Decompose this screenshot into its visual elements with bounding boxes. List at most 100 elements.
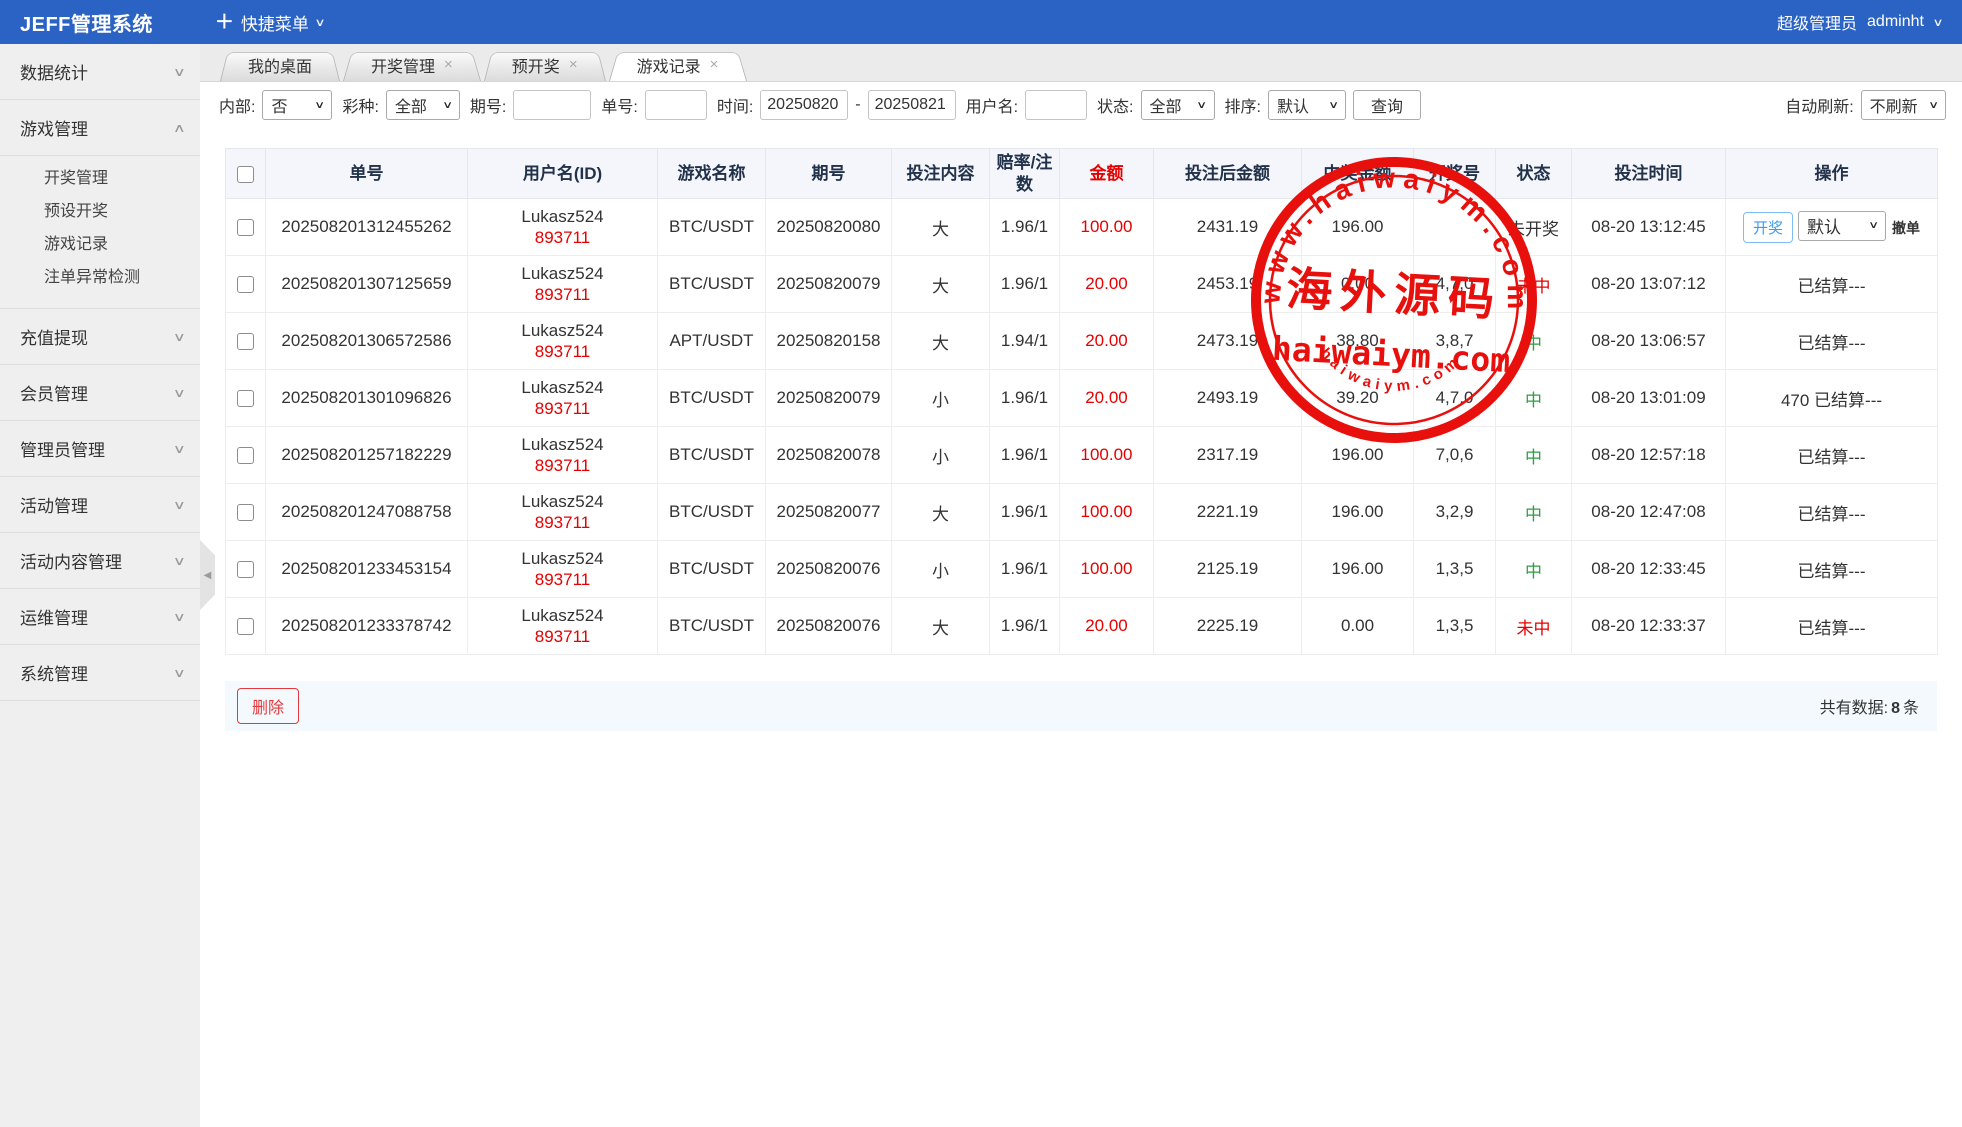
column-header-12: 操作 <box>1726 149 1938 199</box>
column-header-8: 中奖金额 <box>1302 149 1414 199</box>
cell-bet-content: 大 <box>892 199 990 256</box>
tab-close-icon[interactable]: × <box>569 57 578 72</box>
cell-period: 20250820080 <box>766 199 892 256</box>
cell-status: 中 <box>1496 484 1572 541</box>
sidebar-subitem-0[interactable]: 开奖管理 <box>0 162 200 195</box>
lottery-filter-label: 彩种: <box>342 93 378 117</box>
tab-3[interactable]: 游戏记录× <box>609 48 747 81</box>
status-badge: 未中 <box>1517 619 1551 638</box>
tab-2[interactable]: 预开奖× <box>484 48 606 81</box>
quick-menu-button[interactable]: ＋ 快捷菜单 ∨ <box>215 10 324 35</box>
cell-user-id: 893711 <box>472 342 653 362</box>
user-role: 超级管理员 <box>1777 10 1857 34</box>
table-row: 202508201233378742Lukasz524893711BTC/USD… <box>226 598 1938 655</box>
sort-select[interactable]: 默认 ∨ <box>1268 90 1346 120</box>
cell-draw-number: 4,7,0 <box>1414 256 1496 313</box>
tab-close-icon[interactable]: × <box>710 57 719 72</box>
chevron-down-icon: ∨ <box>1932 16 1943 29</box>
status-badge: 中 <box>1525 562 1542 581</box>
sidebar-item-4[interactable]: 管理员管理∨ <box>0 421 200 477</box>
cell-win-amount: 0.00 <box>1302 598 1414 655</box>
table-row: 202508201233453154Lukasz524893711BTC/USD… <box>226 541 1938 598</box>
cell-odds: 1.96/1 <box>990 256 1060 313</box>
settled-text: 已结算--- <box>1798 505 1866 524</box>
cell-odds: 1.96/1 <box>990 598 1060 655</box>
user-name: adminht <box>1867 13 1924 31</box>
filter-bar: 内部: 否 ∨ 彩种: 全部 ∨ 期号: 单号: 时间: - 用户名: 状态: … <box>200 82 1962 128</box>
cell-bet-time: 08-20 13:06:57 <box>1572 313 1726 370</box>
sidebar-item-0[interactable]: 数据统计∨ <box>0 44 200 100</box>
row-checkbox[interactable] <box>237 618 254 635</box>
row-checkbox[interactable] <box>237 390 254 407</box>
row-checkbox[interactable] <box>237 276 254 293</box>
column-header-2: 游戏名称 <box>658 149 766 199</box>
cell-win-amount: 196.00 <box>1302 484 1414 541</box>
chevron-down-icon: ∨ <box>173 498 186 512</box>
settled-text: 已结算--- <box>1798 448 1866 467</box>
tab-0[interactable]: 我的桌面 <box>220 48 340 81</box>
tab-bar: 我的桌面 开奖管理×预开奖×游戏记录× <box>200 44 1962 82</box>
row-checkbox[interactable] <box>237 561 254 578</box>
cell-bet-content: 大 <box>892 484 990 541</box>
internal-filter-label: 内部: <box>219 93 255 117</box>
period-input[interactable] <box>513 90 591 120</box>
cell-user-id: 893711 <box>472 513 653 533</box>
row-checkbox[interactable] <box>237 504 254 521</box>
sidebar-subitem-1[interactable]: 预设开奖 <box>0 195 200 228</box>
cell-user-id: 893711 <box>472 570 653 590</box>
cell-period: 20250820079 <box>766 370 892 427</box>
sidebar-item-2[interactable]: 充值提现∨ <box>0 309 200 365</box>
cell-user: Lukasz524893711 <box>468 541 658 598</box>
column-header-7: 投注后金额 <box>1154 149 1302 199</box>
tab-close-icon[interactable]: × <box>444 57 453 72</box>
sidebar-subitem-3[interactable]: 注单异常检测 <box>0 261 200 294</box>
sidebar-item-label: 运维管理 <box>20 604 88 629</box>
time-to-input[interactable] <box>868 90 956 120</box>
cancel-order-link[interactable]: 撤单 <box>1892 220 1920 236</box>
auto-refresh-select[interactable]: 不刷新 ∨ <box>1861 90 1946 120</box>
column-header-10: 状态 <box>1496 149 1572 199</box>
cell-win-amount: 196.00 <box>1302 427 1414 484</box>
time-from-input[interactable] <box>760 90 848 120</box>
internal-select[interactable]: 否 ∨ <box>262 90 332 120</box>
sidebar-item-1[interactable]: 游戏管理∧ <box>0 100 200 156</box>
sidebar-item-8[interactable]: 系统管理∨ <box>0 645 200 701</box>
sidebar-subitem-2[interactable]: 游戏记录 <box>0 228 200 261</box>
delete-button[interactable]: 删除 <box>237 688 299 724</box>
chevron-down-icon: ∨ <box>173 666 186 680</box>
user-menu[interactable]: 超级管理员 adminht ∨ <box>1777 10 1942 34</box>
row-checkbox[interactable] <box>237 219 254 236</box>
tab-1[interactable]: 开奖管理× <box>343 48 481 81</box>
cell-bet-content: 大 <box>892 313 990 370</box>
cell-bet-time: 08-20 12:57:18 <box>1572 427 1726 484</box>
row-checkbox[interactable] <box>237 333 254 350</box>
row-checkbox[interactable] <box>237 447 254 464</box>
cell-game-name: BTC/USDT <box>658 598 766 655</box>
cell-draw-number: 3,8,7 <box>1414 313 1496 370</box>
query-button[interactable]: 查询 <box>1353 90 1421 120</box>
cell-ops: 已结算--- <box>1726 598 1938 655</box>
cell-user: Lukasz524893711 <box>468 598 658 655</box>
cell-user: Lukasz524893711 <box>468 313 658 370</box>
lottery-select[interactable]: 全部 ∨ <box>386 90 460 120</box>
sidebar-item-3[interactable]: 会员管理∨ <box>0 365 200 421</box>
cell-amount: 20.00 <box>1060 370 1154 427</box>
cell-win-amount: 38.80 <box>1302 313 1414 370</box>
sidebar-item-label: 管理员管理 <box>20 436 105 461</box>
sidebar-item-5[interactable]: 活动管理∨ <box>0 477 200 533</box>
cell-bet-content: 大 <box>892 598 990 655</box>
draw-number-select[interactable]: 默认∨ <box>1798 211 1886 241</box>
cell-bet-time: 08-20 13:12:45 <box>1572 199 1726 256</box>
sidebar-item-7[interactable]: 运维管理∨ <box>0 589 200 645</box>
sidebar-item-6[interactable]: 活动内容管理∨ <box>0 533 200 589</box>
cell-order-no: 202508201247088758 <box>266 484 468 541</box>
status-select[interactable]: 全部 ∨ <box>1141 90 1215 120</box>
cell-balance-after: 2493.19 <box>1154 370 1302 427</box>
username-input[interactable] <box>1025 90 1087 120</box>
order-input[interactable] <box>645 90 707 120</box>
tab-label: 我的桌面 <box>248 53 312 77</box>
cell-order-no: 202508201307125659 <box>266 256 468 313</box>
draw-button[interactable]: 开奖 <box>1743 212 1793 243</box>
table-row: 202508201247088758Lukasz524893711BTC/USD… <box>226 484 1938 541</box>
select-all-checkbox[interactable] <box>237 166 254 183</box>
